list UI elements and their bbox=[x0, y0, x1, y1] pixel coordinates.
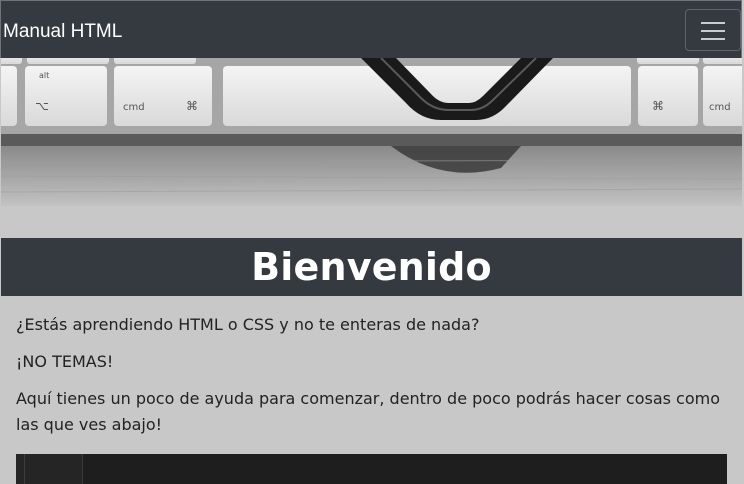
intro-paragraph-1: ¿Estás aprendiendo HTML o CSS y no te en… bbox=[16, 315, 480, 334]
intro-text: ¿Estás aprendiendo HTML o CSS y no te en… bbox=[16, 312, 728, 449]
navbar: Manual HTML bbox=[0, 0, 742, 58]
key-cmd-symbol-right: ⌘ bbox=[652, 99, 664, 113]
navbar-brand[interactable]: Manual HTML bbox=[3, 20, 122, 44]
welcome-title: Bienvenido bbox=[251, 245, 492, 289]
hero-image: alt ⌥ cmd ⌘ ⌘ cmd bbox=[1, 58, 742, 206]
key-alt-label: alt bbox=[39, 71, 49, 80]
key-option-label: ⌥ bbox=[35, 99, 49, 113]
key-cmd-left-label: cmd bbox=[123, 102, 145, 113]
key-cmd-right-label: cmd bbox=[709, 102, 731, 113]
intro-paragraph-2: ¡NO TEMAS! bbox=[16, 352, 114, 371]
intro-paragraph-3: Aquí tienes un poco de ayuda para comenz… bbox=[16, 389, 721, 434]
editor-gutter bbox=[16, 454, 83, 484]
code-editor-preview bbox=[16, 454, 727, 484]
welcome-banner: Bienvenido bbox=[1, 238, 742, 296]
key-cmd-symbol-left: ⌘ bbox=[186, 99, 198, 113]
navbar-toggler-button[interactable] bbox=[685, 9, 741, 51]
